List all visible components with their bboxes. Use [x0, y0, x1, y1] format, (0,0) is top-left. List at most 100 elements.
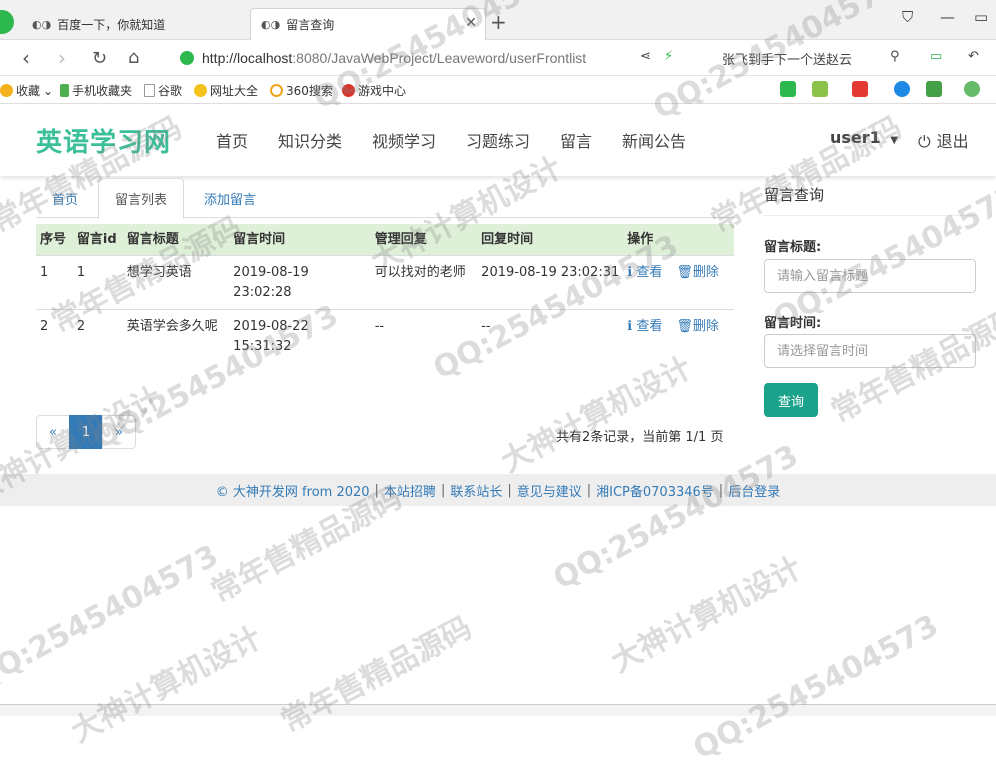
watermark: 大神计算机设计: [495, 350, 698, 480]
record-info: 共有2条记录，当前第 1/1 页: [556, 430, 724, 445]
delete-button[interactable]: 🗑删除: [676, 319, 719, 334]
mask-icon: ◐◑: [32, 17, 52, 31]
browser-tab-active[interactable]: ◐◑ 留言查询 ✕: [250, 8, 486, 40]
bookmark-favorites[interactable]: 收藏 ⌄: [0, 82, 53, 99]
next-page-button[interactable]: »: [102, 415, 136, 449]
info-icon: ℹ: [627, 319, 633, 334]
tab-message-list[interactable]: 留言列表: [98, 178, 185, 219]
tab-add-message[interactable]: 添加留言: [188, 178, 272, 218]
trash-icon: 🗑: [676, 319, 693, 334]
message-table: 序号 留言id 留言标题 留言时间 管理回复 回复时间 操作 1 1 想学习英语…: [36, 224, 734, 363]
table-header-row: 序号 留言id 留言标题 留言时间 管理回复 回复时间 操作: [36, 224, 734, 256]
view-button[interactable]: ℹ 查看: [627, 265, 662, 280]
site-brand[interactable]: 英语学习网: [36, 122, 171, 159]
footer-contact-link[interactable]: 联系站长: [450, 481, 502, 500]
undo-icon[interactable]: ↶: [968, 49, 979, 64]
search-button[interactable]: 查询: [764, 383, 818, 417]
back-icon[interactable]: ‹: [22, 46, 30, 70]
title-search-input[interactable]: [764, 259, 976, 293]
browser-logo-icon: [0, 10, 14, 34]
star-icon: [0, 84, 13, 97]
tab-home[interactable]: 首页: [36, 178, 94, 218]
user-menu[interactable]: user1 ▼: [830, 128, 898, 147]
game-icon: [342, 84, 355, 97]
cell-reply-time: 2019-08-19 23:02:31: [477, 255, 624, 310]
watermark: QQ:2545404573: [0, 538, 225, 697]
share-icon[interactable]: ⋖: [640, 49, 651, 64]
shirt-icon[interactable]: ⛉: [902, 8, 913, 26]
page-1-button[interactable]: 1: [69, 415, 103, 449]
search-icon[interactable]: [894, 81, 910, 97]
time-search-input[interactable]: [764, 334, 976, 368]
tab-title: 百度一下，你就知道: [57, 17, 166, 32]
delete-label: 删除: [692, 265, 719, 280]
footer-jobs-link[interactable]: 本站招聘: [384, 481, 436, 500]
nav-knowledge[interactable]: 知识分类: [278, 128, 342, 152]
watermark: 大神计算机设计: [605, 550, 808, 680]
shield-icon[interactable]: [964, 81, 980, 97]
bookmark-games[interactable]: 游戏中心: [342, 82, 406, 99]
phone-icon: [60, 84, 69, 97]
prev-page-button[interactable]: «: [36, 415, 70, 449]
header-no: 序号: [36, 224, 73, 256]
home-icon[interactable]: ⌂: [128, 47, 139, 68]
battery-icon: ▭: [930, 49, 943, 64]
cell-time: 2019-08-19 23:02:28: [229, 255, 371, 310]
search-hint[interactable]: 张飞到手下一个送赵云: [722, 49, 852, 68]
reload-icon[interactable]: ↻: [92, 48, 107, 69]
url-field[interactable]: http://localhost:8080/JavaWebProject/Lea…: [180, 45, 710, 71]
content-tabs: 首页 留言列表 添加留言: [36, 178, 734, 219]
tab-title: 留言查询: [286, 18, 335, 32]
new-tab-plus-icon[interactable]: +: [490, 10, 507, 34]
cell-actions: ℹ 查看 🗑删除: [623, 255, 734, 310]
close-icon[interactable]: ✕: [465, 15, 477, 31]
nav-news[interactable]: 新闻公告: [622, 128, 686, 152]
forward-icon[interactable]: ›: [58, 46, 66, 70]
cell-time: 2019-08-22 15:31:32: [229, 309, 371, 363]
cell-no: 1: [36, 255, 73, 310]
header-time: 留言时间: [229, 224, 371, 256]
watermark: QQ:2545404573: [687, 608, 945, 767]
extension-icon[interactable]: [780, 81, 796, 97]
bookmark-label: 手机收藏夹: [72, 84, 133, 98]
compass-icon: [194, 84, 207, 97]
extension-icon[interactable]: [812, 81, 828, 97]
nav-home[interactable]: 首页: [216, 128, 248, 152]
browser-tab-baidu[interactable]: ◐◑ 百度一下，你就知道: [26, 8, 248, 40]
logout-link[interactable]: ⏻ 退出: [918, 128, 969, 152]
gamepad-icon[interactable]: [926, 81, 942, 97]
footer-feedback-link[interactable]: 意见与建议: [517, 481, 582, 500]
lightning-icon[interactable]: ⚡: [664, 49, 673, 64]
footer-admin-link[interactable]: 后台登录: [728, 481, 780, 500]
cell-reply: --: [370, 309, 478, 363]
bookmark-360[interactable]: 360搜索: [270, 82, 333, 99]
time-label: 留言时间:: [764, 316, 822, 331]
minimize-icon[interactable]: —: [940, 8, 955, 26]
bookmark-label: 游戏中心: [358, 84, 407, 98]
footer: © 大神开发网 from 2020 | 本站招聘 | 联系站长 | 意见与建议 | 湘I…: [0, 474, 996, 506]
caret-down-icon: ▼: [890, 135, 899, 146]
trash-icon: 🗑: [676, 265, 693, 280]
bookmark-label: 网址大全: [210, 84, 259, 98]
scissors-icon[interactable]: [852, 81, 868, 97]
view-button[interactable]: ℹ 查看: [627, 319, 662, 334]
footer-copyright[interactable]: © 大神开发网 from 2020: [216, 481, 370, 500]
bookmark-sites[interactable]: 网址大全: [194, 82, 258, 99]
maximize-icon[interactable]: ▭: [974, 8, 988, 26]
view-label: 查看: [636, 265, 663, 280]
table-row: 1 1 想学习英语 2019-08-19 23:02:28 可以找对的老师 20…: [36, 255, 734, 310]
search-icon[interactable]: ⚲: [890, 49, 900, 64]
footer-icp-link[interactable]: 湘ICP备0703346号: [596, 481, 714, 500]
bookmark-mobile[interactable]: 手机收藏夹: [60, 82, 132, 99]
bookmark-google[interactable]: 谷歌: [144, 82, 182, 99]
logout-label: 退出: [936, 132, 969, 151]
nav-exercise[interactable]: 习题练习: [466, 128, 530, 152]
pagination: « 1 »: [36, 415, 136, 449]
header-reply: 管理回复: [370, 224, 478, 256]
chevron-down-icon: ⌄: [43, 83, 54, 98]
cell-id: 1: [72, 255, 123, 310]
delete-button[interactable]: 🗑删除: [676, 265, 719, 280]
nav-message[interactable]: 留言: [560, 128, 592, 152]
nav-video[interactable]: 视频学习: [372, 128, 436, 152]
cell-title: 想学习英语: [122, 255, 230, 310]
